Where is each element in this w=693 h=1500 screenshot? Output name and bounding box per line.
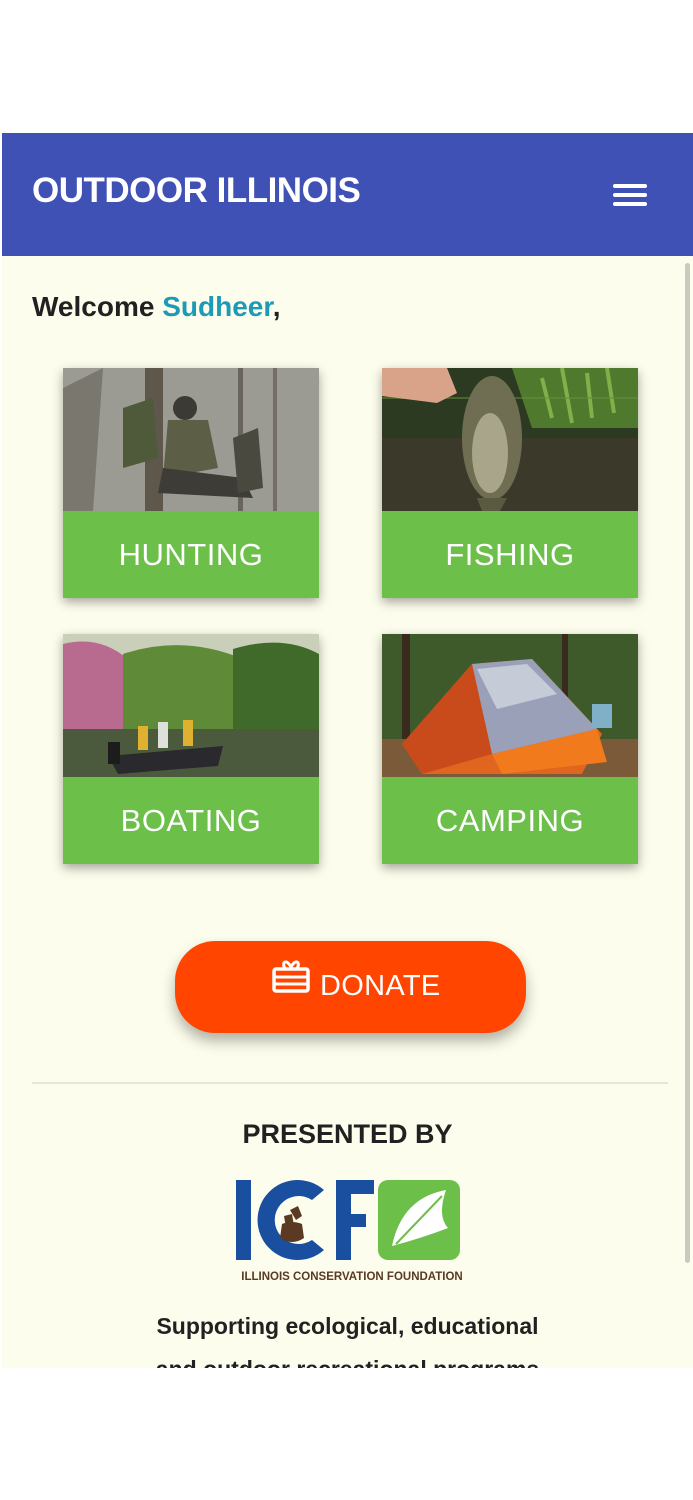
divider xyxy=(32,1082,668,1084)
tile-label: HUNTING xyxy=(63,511,319,598)
boating-photo xyxy=(63,634,319,777)
tagline: Supporting ecological, educational and o… xyxy=(2,1305,693,1368)
app-screen: OUTDOOR ILLINOIS Welcome Sudheer, HUNTIN… xyxy=(2,133,693,1368)
app-title: OUTDOOR ILLINOIS xyxy=(32,171,361,210)
tile-boating[interactable]: BOATING xyxy=(63,634,319,864)
tile-camping[interactable]: CAMPING xyxy=(382,634,638,864)
scrollbar[interactable] xyxy=(685,263,690,1263)
tagline-line1: Supporting ecological, educational xyxy=(156,1313,539,1339)
logo-org-name: ILLINOIS CONSERVATION FOUNDATION xyxy=(241,1271,462,1283)
donate-button[interactable]: DONATE xyxy=(175,941,526,1033)
tile-label: FISHING xyxy=(382,511,638,598)
tile-hunting[interactable]: HUNTING xyxy=(63,368,319,598)
hamburger-menu-icon[interactable] xyxy=(607,177,651,213)
tile-label: CAMPING xyxy=(382,777,638,864)
welcome-suffix: , xyxy=(272,291,281,322)
gift-card-icon xyxy=(271,957,311,1002)
hunting-photo xyxy=(63,368,319,511)
fishing-photo xyxy=(382,368,638,511)
tile-label: BOATING xyxy=(63,777,319,864)
user-name: Sudheer xyxy=(162,291,273,322)
tagline-line2: and outdoor recreational programs xyxy=(2,1348,693,1368)
app-bar: OUTDOOR ILLINOIS xyxy=(2,133,693,256)
donate-label: DONATE xyxy=(320,970,441,1002)
presented-by-heading: PRESENTED BY xyxy=(242,1119,453,1149)
welcome-prefix: Welcome xyxy=(32,291,163,322)
camping-photo xyxy=(382,634,638,777)
icf-logo: ILLINOIS CONSERVATION FOUNDATION xyxy=(232,1176,472,1286)
tile-fishing[interactable]: FISHING xyxy=(382,368,638,598)
welcome-message: Welcome Sudheer, xyxy=(32,291,280,323)
